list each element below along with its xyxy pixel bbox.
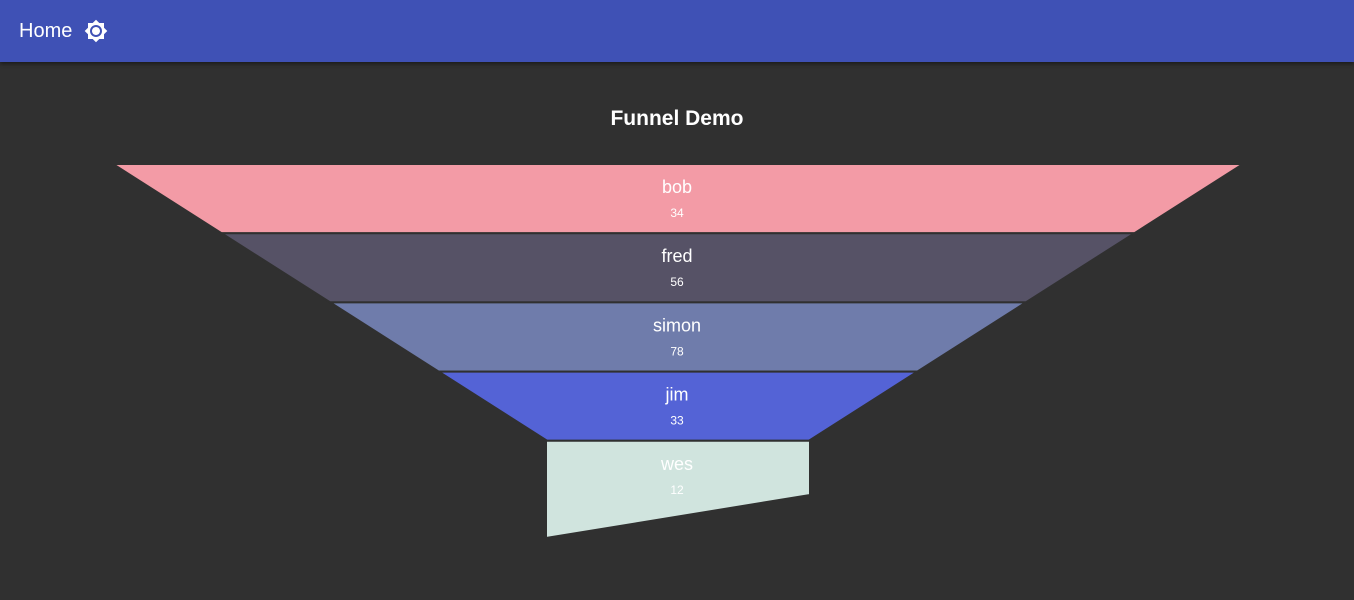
funnel-segment-fred[interactable] [218,232,1138,304]
home-link[interactable]: Home [19,20,72,43]
funnel-label-simon: simon [653,315,701,335]
funnel-label-wes: wes [660,454,693,474]
funnel-value-jim: 33 [670,414,684,428]
chart-area: Funnel Demo bob 34 fred 56 simon 78 jim 33 wes 12 [0,62,1354,600]
funnel-value-bob: 34 [670,206,684,220]
brightness-icon[interactable] [84,19,108,43]
funnel-value-wes: 12 [670,483,684,497]
funnel-value-fred: 56 [670,275,684,289]
funnel-segment-bob[interactable] [109,163,1247,235]
funnel-label-jim: jim [665,385,689,405]
funnel-chart: bob 34 fred 56 simon 78 jim 33 wes 12 [109,163,1247,540]
funnel-segment-jim[interactable] [435,370,921,442]
funnel-label-bob: bob [662,177,692,197]
app-bar: Home [0,0,1354,62]
funnel-segment-simon[interactable] [326,301,1030,373]
funnel-value-simon: 78 [670,344,684,358]
funnel-label-fred: fred [661,246,692,266]
